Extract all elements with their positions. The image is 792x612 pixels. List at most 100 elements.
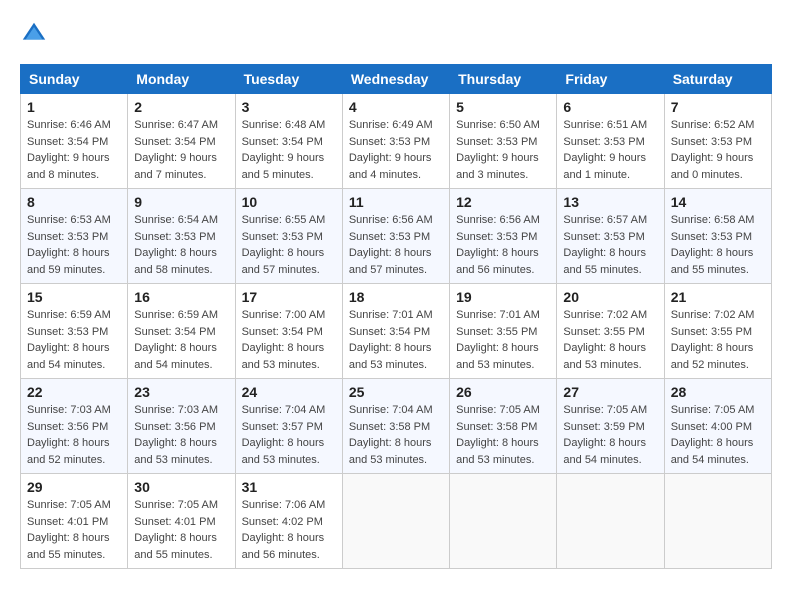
- day-info-line: Sunrise: 7:03 AM: [27, 404, 111, 416]
- day-info-line: Sunset: 3:53 PM: [134, 231, 215, 243]
- day-number: 27: [563, 384, 657, 400]
- calendar-cell: 21Sunrise: 7:02 AMSunset: 3:55 PMDayligh…: [664, 284, 771, 379]
- day-number: 13: [563, 194, 657, 210]
- day-info-line: Sunset: 3:54 PM: [134, 136, 215, 148]
- day-number: 26: [456, 384, 550, 400]
- day-info-line: Sunset: 3:53 PM: [27, 231, 108, 243]
- day-number: 31: [242, 479, 336, 495]
- day-info-line: Sunset: 3:53 PM: [349, 231, 430, 243]
- day-info-line: Sunrise: 6:55 AM: [242, 214, 326, 226]
- day-info-line: Sunrise: 7:04 AM: [349, 404, 433, 416]
- day-info: Sunrise: 6:48 AMSunset: 3:54 PMDaylight:…: [242, 117, 336, 183]
- day-info: Sunrise: 7:05 AMSunset: 3:58 PMDaylight:…: [456, 402, 550, 468]
- calendar-cell: 10 Sunrise: 6:55 AMSunset: 3:53 PMDayligh…: [235, 189, 342, 284]
- day-info-line: Daylight: 8 hours and 53 minutes.: [456, 342, 539, 371]
- calendar-cell: [664, 474, 771, 569]
- calendar-cell: 27Sunrise: 7:05 AMSunset: 3:59 PMDayligh…: [557, 379, 664, 474]
- day-info-line: Daylight: 8 hours and 54 minutes.: [671, 437, 754, 466]
- day-info: Sunrise: 6:59 AMSunset: 3:54 PMDaylight:…: [134, 307, 228, 373]
- day-header-monday: Monday: [128, 65, 235, 94]
- calendar-cell: 18Sunrise: 7:01 AMSunset: 3:54 PMDayligh…: [342, 284, 449, 379]
- day-info: Sunrise: 6:54 AMSunset: 3:53 PMDaylight:…: [134, 212, 228, 278]
- day-info: Sunrise: 6:55 AMSunset: 3:53 PMDaylight:…: [242, 212, 336, 278]
- day-number: 16: [134, 289, 228, 305]
- day-info-line: Sunset: 4:02 PM: [242, 516, 323, 528]
- day-number: 30: [134, 479, 228, 495]
- day-header-friday: Friday: [557, 65, 664, 94]
- day-info-line: Daylight: 8 hours and 52 minutes.: [27, 437, 110, 466]
- day-number: 10: [242, 194, 336, 210]
- day-number: 29: [27, 479, 121, 495]
- day-info: Sunrise: 7:06 AMSunset: 4:02 PMDaylight:…: [242, 497, 336, 563]
- calendar-header-row: SundayMondayTuesdayWednesdayThursdayFrid…: [21, 65, 772, 94]
- day-info-line: Sunrise: 6:59 AM: [27, 309, 111, 321]
- day-info-line: Sunset: 3:54 PM: [134, 326, 215, 338]
- calendar-week-row: 8 Sunrise: 6:53 AM Sunset: 3:53 PM Daylight…: [21, 189, 772, 284]
- calendar-cell: 15Sunrise: 6:59 AMSunset: 3:53 PMDayligh…: [21, 284, 128, 379]
- calendar-week-row: 29Sunrise: 7:05 AMSunset: 4:01 PMDayligh…: [21, 474, 772, 569]
- calendar-cell: 19Sunrise: 7:01 AMSunset: 3:55 PMDayligh…: [450, 284, 557, 379]
- day-info-line: Sunset: 4:01 PM: [27, 516, 108, 528]
- day-info-line: Sunset: 3:54 PM: [242, 136, 323, 148]
- day-number: 8: [27, 194, 121, 210]
- day-info-line: Daylight: 8 hours and 53 minutes.: [349, 342, 432, 371]
- day-info: Sunrise: 7:00 AMSunset: 3:54 PMDaylight:…: [242, 307, 336, 373]
- day-info: Sunrise: 6:56 AMSunset: 3:53 PMDaylight:…: [456, 212, 550, 278]
- day-info-line: Daylight: 8 hours and 53 minutes.: [242, 437, 325, 466]
- calendar-cell: 11Sunrise: 6:56 AMSunset: 3:53 PMDayligh…: [342, 189, 449, 284]
- day-info-line: Daylight: 8 hours and 57 minutes.: [349, 247, 432, 276]
- calendar-cell: 13Sunrise: 6:57 AMSunset: 3:53 PMDayligh…: [557, 189, 664, 284]
- day-info-line: Sunrise: 6:56 AM: [456, 214, 540, 226]
- day-info-line: Sunset: 3:53 PM: [671, 136, 752, 148]
- day-info-line: Sunrise: 7:06 AM: [242, 499, 326, 511]
- day-info-line: Sunset: 3:56 PM: [27, 421, 108, 433]
- day-number: 9: [134, 194, 228, 210]
- day-header-saturday: Saturday: [664, 65, 771, 94]
- day-number: 15: [27, 289, 121, 305]
- day-info-line: Sunrise: 7:01 AM: [456, 309, 540, 321]
- day-info: Sunrise: 6:46 AMSunset: 3:54 PMDaylight:…: [27, 117, 121, 183]
- day-info-line: Sunrise: 7:05 AM: [27, 499, 111, 511]
- day-info-line: Daylight: 9 hours and 4 minutes.: [349, 152, 432, 181]
- calendar-cell: 20Sunrise: 7:02 AMSunset: 3:55 PMDayligh…: [557, 284, 664, 379]
- day-info: Sunrise: 7:05 AMSunset: 4:01 PMDaylight:…: [134, 497, 228, 563]
- logo: [20, 20, 52, 48]
- calendar-cell: [557, 474, 664, 569]
- day-info-line: Sunrise: 7:00 AM: [242, 309, 326, 321]
- day-info-line: Daylight: 9 hours and 8 minutes.: [27, 152, 110, 181]
- day-header-wednesday: Wednesday: [342, 65, 449, 94]
- day-info-line: Sunrise: 6:53 AM: [27, 214, 111, 226]
- day-info-line: Daylight: 8 hours and 54 minutes.: [134, 342, 217, 371]
- calendar-cell: 31Sunrise: 7:06 AMSunset: 4:02 PMDayligh…: [235, 474, 342, 569]
- day-info: Sunrise: 7:04 AMSunset: 3:57 PMDaylight:…: [242, 402, 336, 468]
- day-info-line: Daylight: 8 hours and 54 minutes.: [27, 342, 110, 371]
- day-info-line: Sunrise: 6:50 AM: [456, 119, 540, 131]
- day-info-line: Sunrise: 6:52 AM: [671, 119, 755, 131]
- day-info-line: Sunset: 3:58 PM: [349, 421, 430, 433]
- calendar-cell: 14Sunrise: 6:58 AMSunset: 3:53 PMDayligh…: [664, 189, 771, 284]
- day-info-line: Sunrise: 7:04 AM: [242, 404, 326, 416]
- day-info-line: Sunset: 3:53 PM: [563, 231, 644, 243]
- day-number: 20: [563, 289, 657, 305]
- day-number: 19: [456, 289, 550, 305]
- calendar-cell: 16 Sunrise: 6:59 AMSunset: 3:54 PMDayligh…: [128, 284, 235, 379]
- day-info-line: Sunrise: 6:57 AM: [563, 214, 647, 226]
- day-info-line: Sunrise: 6:46 AM: [27, 119, 111, 131]
- day-info-line: Sunrise: 6:48 AM: [242, 119, 326, 131]
- day-info-line: Sunset: 3:55 PM: [563, 326, 644, 338]
- day-number: 5: [456, 99, 550, 115]
- calendar-cell: 12Sunrise: 6:56 AMSunset: 3:53 PMDayligh…: [450, 189, 557, 284]
- day-info: Sunrise: 6:58 AMSunset: 3:53 PMDaylight:…: [671, 212, 765, 278]
- day-info-line: Sunrise: 6:58 AM: [671, 214, 755, 226]
- day-number: 25: [349, 384, 443, 400]
- day-info-line: Sunrise: 7:02 AM: [671, 309, 755, 321]
- day-info-line: Daylight: 8 hours and 53 minutes.: [456, 437, 539, 466]
- calendar-cell: 28Sunrise: 7:05 AMSunset: 4:00 PMDayligh…: [664, 379, 771, 474]
- day-info: Sunrise: 6:50 AMSunset: 3:53 PMDaylight:…: [456, 117, 550, 183]
- day-info: Sunrise: 7:03 AM Sunset: 3:56 PM Daylight:…: [27, 402, 121, 468]
- day-info-line: Sunset: 4:01 PM: [134, 516, 215, 528]
- day-info-line: Sunrise: 6:49 AM: [349, 119, 433, 131]
- day-info-line: Daylight: 9 hours and 3 minutes.: [456, 152, 539, 181]
- day-info-line: Daylight: 8 hours and 55 minutes.: [134, 532, 217, 561]
- day-info-line: Sunset: 3:55 PM: [671, 326, 752, 338]
